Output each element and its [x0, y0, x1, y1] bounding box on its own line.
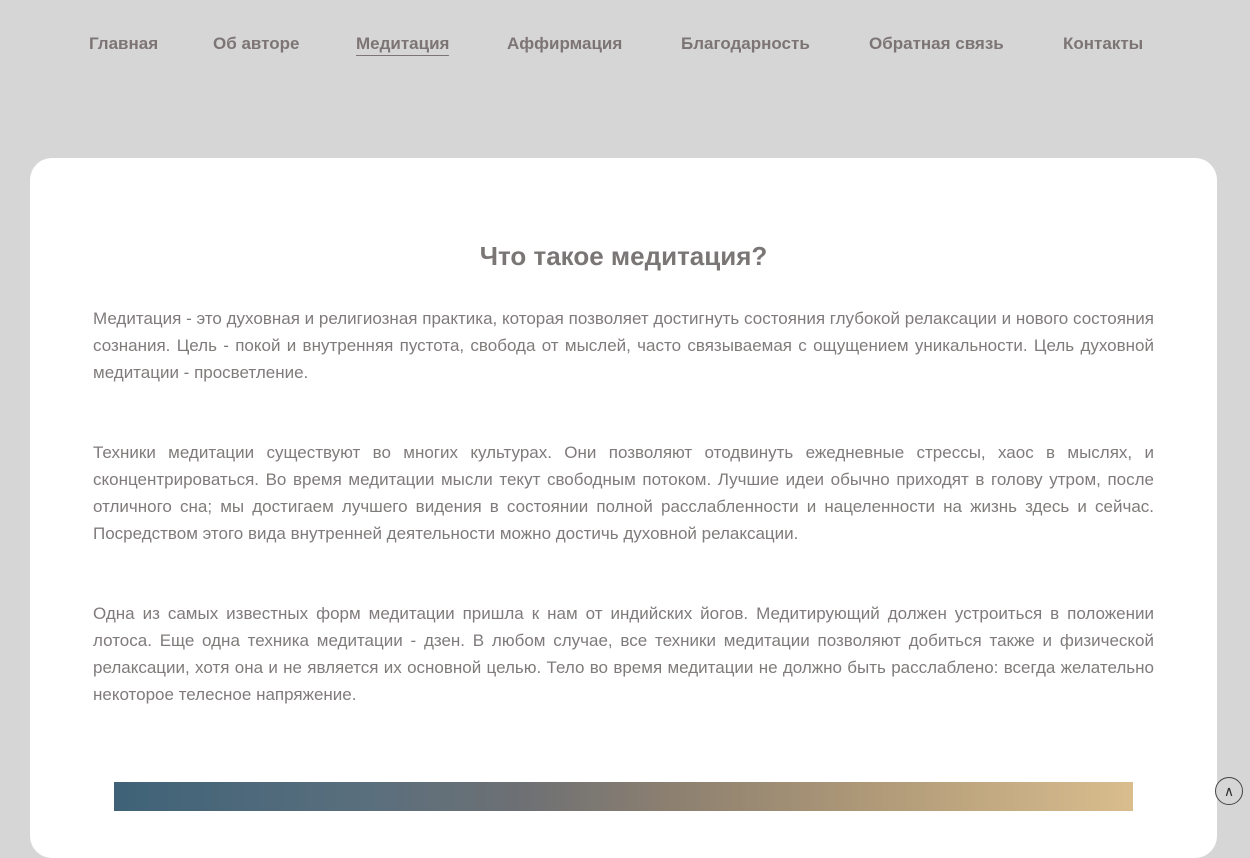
paragraph-1: Медитация - это духовная и религиозная п… [93, 309, 1154, 382]
nav-gratitude[interactable]: Благодарность [681, 34, 810, 54]
page-title: Что такое медитация? [479, 241, 768, 271]
main-nav: Главная Об авторе Медитация Аффирмация Б… [0, 34, 1250, 58]
nav-affirmation[interactable]: Аффирмация [507, 34, 622, 54]
nav-about-author[interactable]: Об авторе [213, 34, 299, 54]
paragraph-2: Техники медитации существуют во многих к… [93, 443, 1154, 543]
paragraph-3: Одна из самых известных форм медитации п… [93, 604, 1154, 704]
nav-home[interactable]: Главная [89, 34, 158, 54]
nav-meditation[interactable]: Медитация [356, 34, 450, 56]
chevron-up-icon: ∧ [1223, 782, 1235, 799]
nav-contacts[interactable]: Контакты [1063, 34, 1143, 54]
meditation-photo [114, 782, 1133, 811]
nav-feedback[interactable]: Обратная связь [869, 34, 1004, 54]
scroll-to-top-button[interactable]: ∧ [1215, 777, 1243, 805]
